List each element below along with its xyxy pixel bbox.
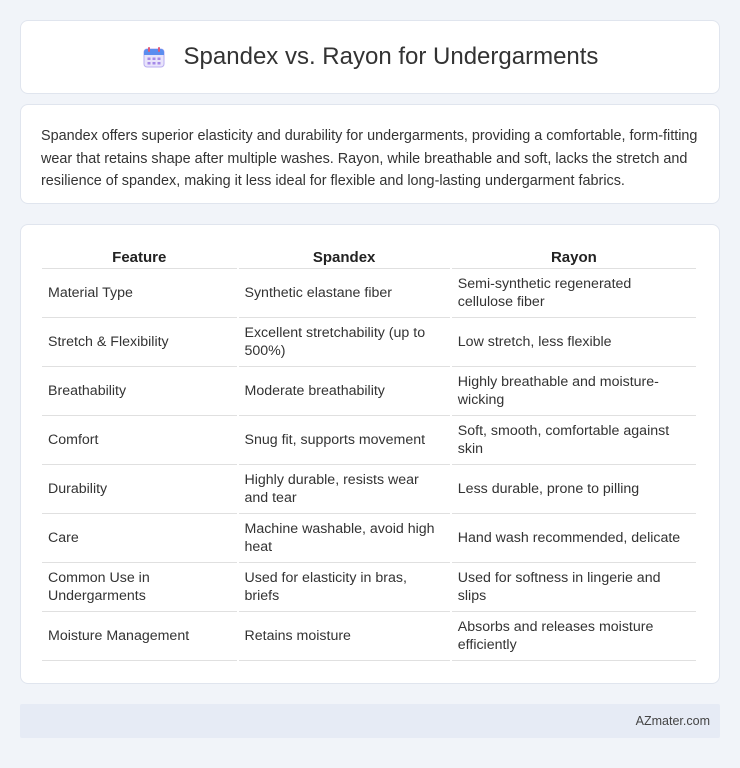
intro-card: Spandex offers superior elasticity and d… xyxy=(20,104,720,204)
spandex-cell: Synthetic elastane fiber xyxy=(238,269,450,318)
feature-cell: Care xyxy=(42,514,237,563)
table-row: Durability Highly durable, resists wear … xyxy=(42,465,696,514)
rayon-cell: Semi-synthetic regenerated cellulose fib… xyxy=(451,269,696,318)
footer-bar: AZmater.com xyxy=(20,704,720,738)
table-row: Breathability Moderate breathability Hig… xyxy=(42,367,696,416)
table-row: Care Machine washable, avoid high heat H… xyxy=(42,514,696,563)
spandex-cell: Moderate breathability xyxy=(238,367,450,416)
spandex-cell: Highly durable, resists wear and tear xyxy=(238,465,450,514)
spandex-cell: Excellent stretchability (up to 500%) xyxy=(238,318,450,367)
feature-cell: Common Use in Undergarments xyxy=(42,563,237,612)
rayon-cell: Low stretch, less flexible xyxy=(451,318,696,367)
title-wrap: Spandex vs. Rayon for Undergarments xyxy=(142,43,599,71)
rayon-cell: Used for softness in lingerie and slips xyxy=(451,563,696,612)
table-row: Stretch & Flexibility Excellent stretcha… xyxy=(42,318,696,367)
feature-cell: Moisture Management xyxy=(42,612,237,661)
header-spandex: Spandex xyxy=(238,245,450,269)
rayon-cell: Soft, smooth, comfortable against skin xyxy=(451,416,696,465)
title-card: Spandex vs. Rayon for Undergarments xyxy=(20,20,720,94)
spandex-cell: Machine washable, avoid high heat xyxy=(238,514,450,563)
table-row: Common Use in Undergarments Used for ela… xyxy=(42,563,696,612)
table-row: Comfort Snug fit, supports movement Soft… xyxy=(42,416,696,465)
rayon-cell: Absorbs and releases moisture efficientl… xyxy=(451,612,696,661)
rayon-cell: Less durable, prone to pilling xyxy=(451,465,696,514)
spandex-cell: Retains moisture xyxy=(238,612,450,661)
feature-cell: Breathability xyxy=(42,367,237,416)
intro-paragraph: Spandex offers superior elasticity and d… xyxy=(41,128,698,189)
feature-cell: Stretch & Flexibility xyxy=(42,318,237,367)
table-header-row: Feature Spandex Rayon xyxy=(42,245,696,269)
header-rayon: Rayon xyxy=(451,245,696,269)
rayon-cell: Highly breathable and moisture-wicking xyxy=(451,367,696,416)
table-row: Moisture Management Retains moisture Abs… xyxy=(42,612,696,661)
rayon-cell: Hand wash recommended, delicate xyxy=(451,514,696,563)
spandex-cell: Used for elasticity in bras, briefs xyxy=(238,563,450,612)
feature-cell: Material Type xyxy=(42,269,237,318)
table-row: Material Type Synthetic elastane fiber S… xyxy=(42,269,696,318)
feature-cell: Durability xyxy=(42,465,237,514)
page-title: Spandex vs. Rayon for Undergarments xyxy=(183,43,599,70)
footer-site-link[interactable]: AZmater.com xyxy=(636,714,710,728)
comparison-table: Feature Spandex Rayon Material Type Synt… xyxy=(40,245,698,661)
header-feature: Feature xyxy=(42,245,237,269)
feature-cell: Comfort xyxy=(42,416,237,465)
comparison-table-card: Feature Spandex Rayon Material Type Synt… xyxy=(20,224,720,684)
spandex-cell: Snug fit, supports movement xyxy=(238,416,450,465)
calendar-icon xyxy=(143,47,165,68)
